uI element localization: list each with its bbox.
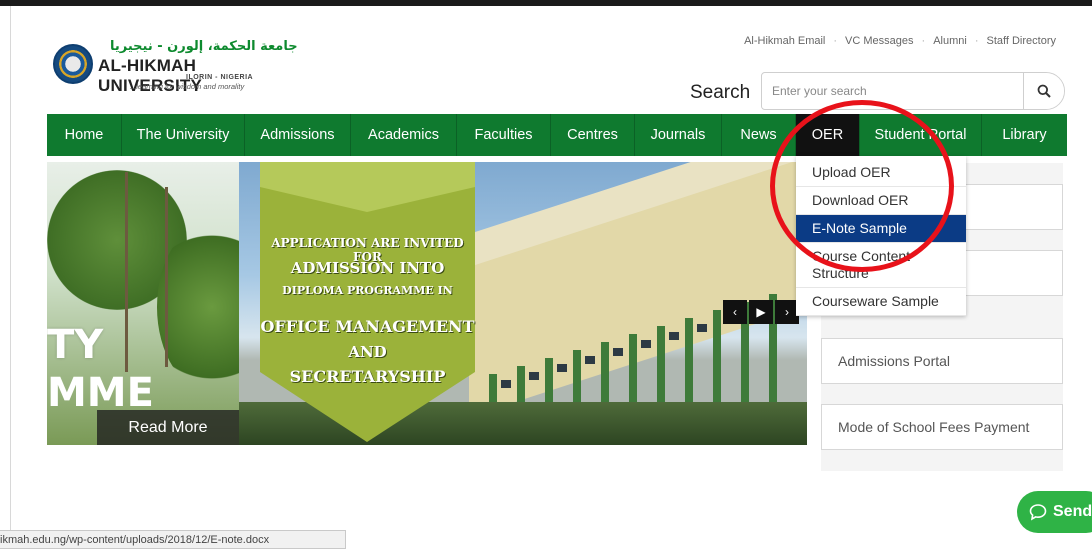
banner-line: SECRETARYSHIP	[289, 367, 446, 386]
banner-line: ADMISSION INTO	[290, 259, 445, 277]
chat-send-label: Send	[1053, 503, 1092, 520]
nav-item-academics[interactable]: Academics	[351, 114, 457, 156]
play-slide-button[interactable]: ▶	[749, 300, 773, 324]
nav-item-student-portal[interactable]: Student Portal	[860, 114, 982, 156]
read-more-button[interactable]: Read More	[97, 410, 239, 445]
nav-item-journals[interactable]: Journals	[635, 114, 722, 156]
top-link-alumni[interactable]: Alumni	[933, 35, 967, 47]
utility-pole	[125, 172, 128, 372]
current-slide: APPLICATION ARE INVITED FOR ADMISSION IN…	[239, 162, 807, 445]
oer-menu-item-courseware-sample[interactable]: Courseware Sample	[796, 288, 966, 316]
previous-slide-preview: TY MME	[47, 162, 239, 445]
nav-item-faculties[interactable]: Faculties	[457, 114, 551, 156]
banner-line: OFFICE MANAGEMENT	[260, 317, 475, 336]
chat-bubble-icon	[1029, 504, 1047, 521]
search-box	[761, 72, 1065, 110]
search-input[interactable]	[762, 73, 1024, 109]
nav-item-library[interactable]: Library	[982, 114, 1067, 156]
top-link-vc-messages[interactable]: VC Messages	[845, 35, 913, 47]
nav-item-oer[interactable]: OER	[796, 114, 860, 156]
building-windows	[489, 294, 777, 402]
page-left-border	[10, 6, 11, 549]
nav-item-the-university[interactable]: The University	[122, 114, 245, 156]
oer-menu-item-download-oer[interactable]: Download OER	[796, 187, 966, 215]
banner-line: DIPLOMA PROGRAMME IN	[282, 284, 453, 297]
top-links: Al-Hikmah Email · VC Messages · Alumni ·…	[744, 35, 1056, 47]
window-top-border	[0, 0, 1092, 6]
search-button[interactable]	[1023, 73, 1064, 109]
utility-pole	[165, 187, 168, 367]
separator-dot: ·	[833, 35, 838, 47]
sidebar-school-fees-payment[interactable]: Mode of School Fees Payment	[821, 404, 1063, 450]
search-label: Search	[690, 82, 751, 103]
nav-item-admissions[interactable]: Admissions	[245, 114, 351, 156]
university-motto: ...learning for wisdom and morality	[130, 82, 245, 91]
separator-dot: ·	[921, 35, 926, 47]
sidebar-admissions-portal[interactable]: Admissions Portal	[821, 338, 1063, 384]
chat-send-button[interactable]: Send	[1017, 491, 1092, 533]
separator-dot: ·	[974, 35, 979, 47]
university-logo[interactable]: جامعة الحكمة، إلورن - نيجيريا AL-HIKMAH …	[50, 38, 300, 98]
banner-line: AND	[348, 343, 387, 361]
oer-dropdown-menu: Upload OER Download OER E-Note Sample Cours…	[796, 156, 966, 316]
slider-controls: ‹ ▶ ›	[723, 300, 799, 324]
top-link-staff-directory[interactable]: Staff Directory	[987, 35, 1057, 47]
oer-menu-item-upload-oer[interactable]: Upload OER	[796, 156, 966, 187]
main-navigation: Home The University Admissions Academics Fac…	[47, 114, 1067, 156]
university-location: ILORIN - NIGERIA	[186, 74, 254, 81]
university-seal-icon	[53, 44, 93, 84]
oer-menu-item-e-note-sample[interactable]: E-Note Sample	[796, 215, 966, 243]
nav-item-news[interactable]: News	[722, 114, 796, 156]
search-icon	[1037, 84, 1051, 98]
oer-menu-item-course-content-structure[interactable]: Course Content Structure	[796, 243, 966, 288]
admission-banner: APPLICATION ARE INVITED FOR ADMISSION IN…	[255, 162, 480, 442]
banner-shape	[260, 162, 475, 442]
top-link-email[interactable]: Al-Hikmah Email	[744, 35, 825, 47]
slide-caption-fragment: TY	[47, 322, 104, 368]
arabic-university-name: جامعة الحكمة، إلورن - نيجيريا	[110, 39, 298, 54]
nav-item-home[interactable]: Home	[47, 114, 122, 156]
browser-status-bar: ikmah.edu.ng/wp-content/uploads/2018/12/…	[0, 530, 346, 549]
previous-slide-button[interactable]: ‹	[723, 300, 747, 324]
hero-slider: TY MME APPLICATION ARE INVITED FOR ADMIS…	[47, 162, 807, 445]
nav-item-centres[interactable]: Centres	[551, 114, 635, 156]
